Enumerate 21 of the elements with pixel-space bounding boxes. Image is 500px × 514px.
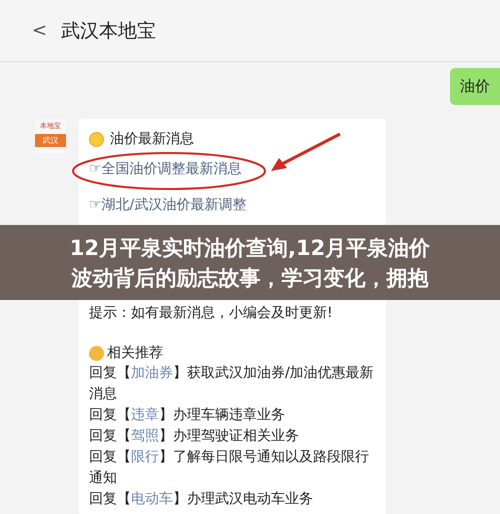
tip-text: 提示：如有最新消息，小编会及时更新! bbox=[89, 304, 333, 323]
message-bubble: 油价 bbox=[450, 68, 500, 105]
banner-title: 12月平泉实时油价查询,12月平泉油价 bbox=[70, 234, 430, 262]
reply-instruction: 回复【违章】办理车辆违章业务 bbox=[89, 406, 286, 425]
chat-title: 武汉本地宝 bbox=[61, 18, 156, 44]
card-heading: 油价最新消息 bbox=[110, 130, 194, 148]
city-tag: 武汉 bbox=[35, 134, 66, 147]
keyword-link[interactable]: 违章 bbox=[131, 407, 159, 423]
keyword-link[interactable]: 限行 bbox=[131, 449, 159, 465]
article-link[interactable]: ☞湖北/武汉油价最新调整 bbox=[89, 196, 246, 214]
keyword-link[interactable]: 电动车 bbox=[131, 491, 173, 507]
back-button[interactable]: < bbox=[32, 20, 48, 41]
keyword-link[interactable]: 驾照 bbox=[131, 428, 159, 444]
sun-icon bbox=[89, 132, 104, 146]
reply-instruction: 回复【限行】了解每日限号通知以及路段限行通知 bbox=[89, 448, 370, 488]
banner-title: 波动背后的励志故事，学习变化，拥抱 bbox=[72, 264, 428, 292]
keyword-link[interactable]: 加油券 bbox=[131, 365, 173, 381]
reply-instruction: 回复【加油券】获取武汉加油券/加油优惠最新消息 bbox=[89, 364, 375, 404]
reply-instruction: 回复【驾照】办理驾驶证相关业务 bbox=[89, 427, 300, 446]
reply-instruction: 回复【电动车】办理武汉电动车业务 bbox=[89, 490, 314, 509]
section-heading: 相关推荐 bbox=[107, 344, 163, 363]
